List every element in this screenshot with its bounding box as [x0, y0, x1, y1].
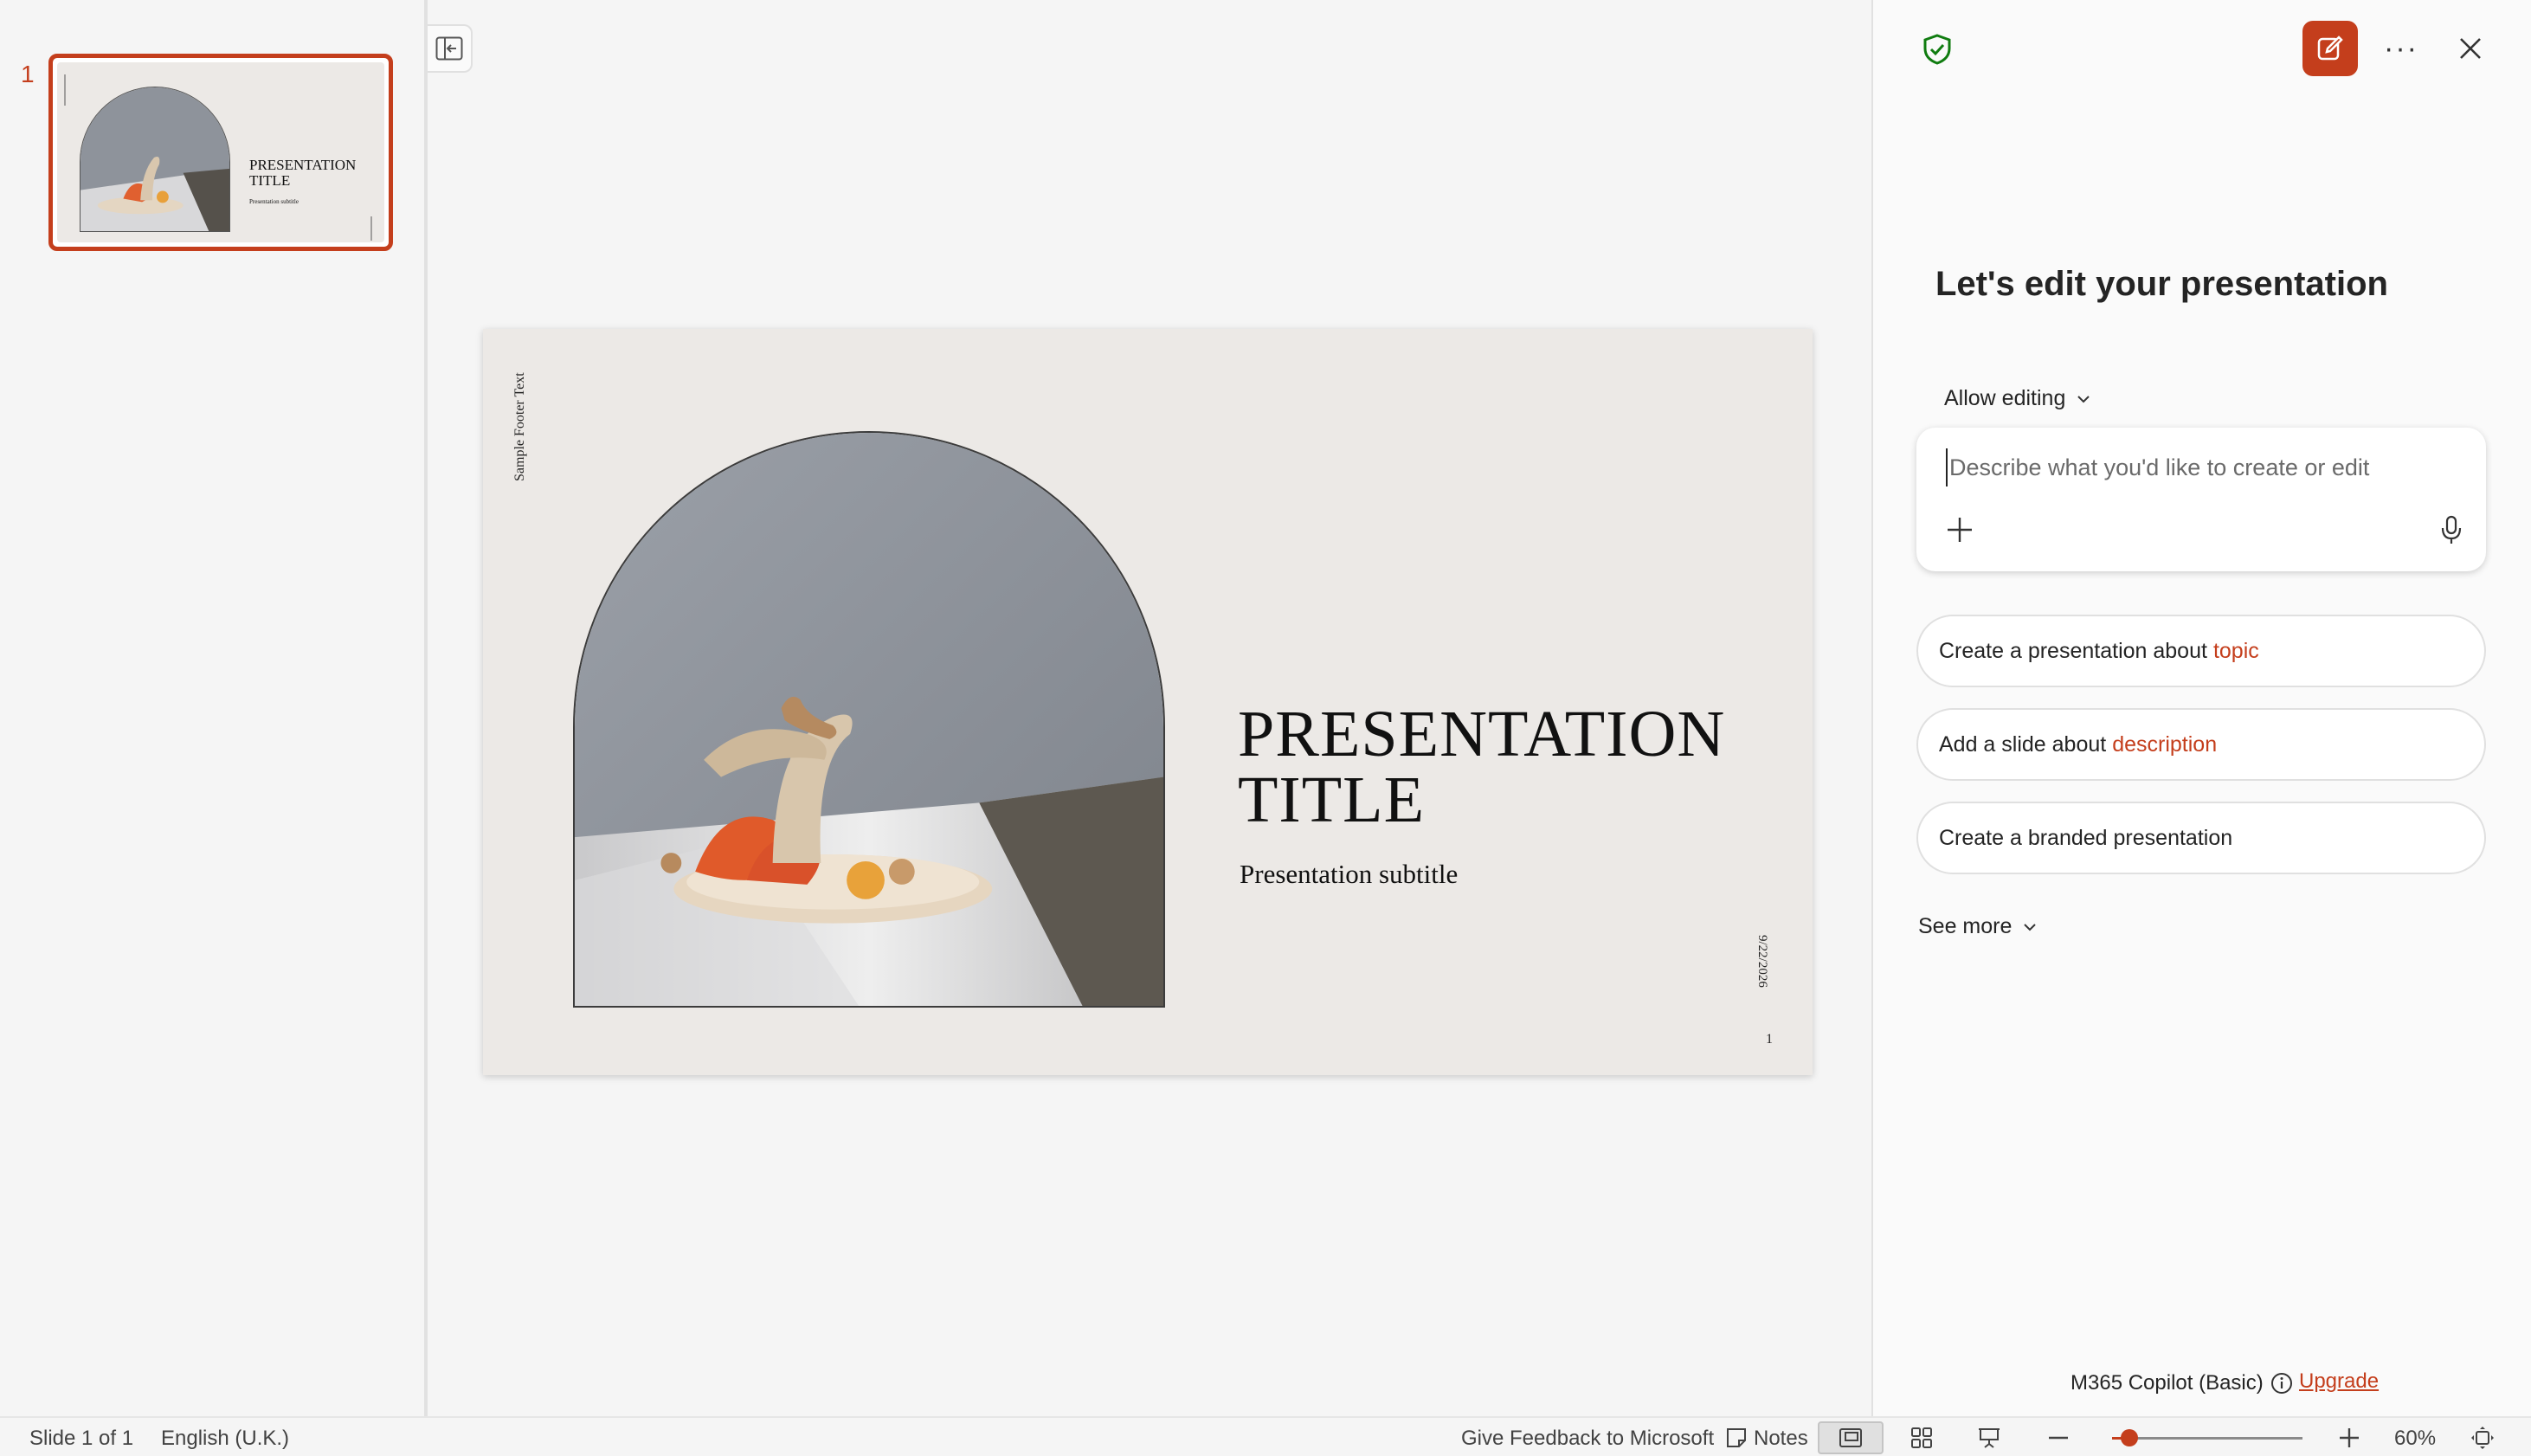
fit-to-window-icon[interactable] — [2465, 1421, 2500, 1454]
slide-number[interactable]: 1 — [1766, 1032, 1773, 1047]
upgrade-link[interactable]: Upgrade — [2299, 1369, 2379, 1394]
prompt-box — [1916, 428, 2486, 571]
thumbnail-title: PRESENTATION TITLE — [249, 157, 357, 189]
slide-arch-image[interactable] — [573, 431, 1165, 1008]
feedback-button[interactable]: Give Feedback to Microsoft — [1461, 1427, 1714, 1451]
copilot-plan: M365 Copilot (Basic) — [2071, 1371, 2293, 1395]
slide-canvas[interactable]: Sample Footer Text PRESENTATION TITLE Pr… — [483, 329, 1813, 1075]
thumbnail-arch-image — [80, 87, 230, 232]
zoom-in-icon[interactable] — [2334, 1421, 2365, 1454]
slide-count: Slide 1 of 1 — [29, 1427, 134, 1450]
suggestion-keyword: description — [2112, 731, 2218, 757]
thumbnail-subtitle: Presentation subtitle — [249, 198, 299, 205]
shield-check-icon[interactable] — [1922, 33, 1953, 70]
more-options-button[interactable]: ··· — [2380, 31, 2422, 66]
language-indicator[interactable]: English (U.K.) — [161, 1427, 289, 1451]
status-bar: Slide 1 of 1 English (U.K.) Give Feedbac… — [0, 1416, 2531, 1456]
more-options-icon: ··· — [2384, 31, 2418, 65]
slide-subtitle[interactable]: Presentation subtitle — [1240, 859, 1458, 890]
suggestion-add-slide[interactable]: Add a slide about description — [1916, 708, 2486, 781]
slide-title[interactable]: PRESENTATION TITLE — [1238, 701, 1774, 833]
plan-label: M365 Copilot (Basic) — [2071, 1371, 2264, 1395]
new-chat-icon — [2317, 35, 2343, 61]
close-icon — [2460, 38, 2481, 59]
new-chat-button[interactable] — [2302, 21, 2358, 76]
zoom-slider[interactable] — [2112, 1429, 2302, 1446]
add-attachment-button[interactable] — [1942, 512, 1977, 547]
see-more-button[interactable]: See more — [1918, 914, 2038, 939]
allow-editing-dropdown[interactable]: Allow editing — [1944, 386, 2091, 411]
suggestion-create-presentation[interactable]: Create a presentation about topic — [1916, 615, 2486, 687]
info-icon[interactable] — [2270, 1372, 2293, 1395]
plus-icon — [1948, 518, 1972, 542]
zoom-out-icon[interactable] — [2043, 1421, 2074, 1454]
microphone-button[interactable] — [2434, 511, 2469, 549]
collapse-pane-icon — [435, 36, 463, 61]
presenter-view-icon[interactable] — [1972, 1421, 2006, 1454]
thumbnail-date-mark — [370, 216, 372, 241]
suggestion-text: Add a slide about — [1939, 731, 2107, 757]
normal-view-icon[interactable] — [1818, 1421, 1884, 1454]
slide-thumbnail-1[interactable]: PRESENTATION TITLE Presentation subtitle — [48, 54, 393, 251]
suggestion-text: Create a presentation about — [1939, 638, 2207, 663]
suggestion-text: Create a branded presentation — [1939, 825, 2233, 850]
thumbnail-number: 1 — [21, 61, 35, 87]
thumbnail-pane: 1 PRESENTATION TITLE Presentation subtit… — [0, 0, 428, 1416]
zoom-level[interactable]: 60% — [2394, 1427, 2436, 1451]
slide-footer-text[interactable]: Sample Footer Text — [512, 369, 533, 481]
suggestion-keyword: topic — [2212, 638, 2259, 663]
microphone-icon — [2441, 515, 2462, 544]
thumbnail-footer-mark — [64, 74, 66, 106]
chevron-down-icon — [2077, 395, 2090, 403]
notes-button[interactable]: Notes — [1754, 1427, 1808, 1451]
collapse-thumbnails-button[interactable] — [428, 24, 473, 73]
copilot-heading: Let's edit your presentation — [1935, 265, 2388, 303]
slide-sorter-icon[interactable] — [1904, 1421, 1939, 1454]
slide-date[interactable]: 9/22/2026 — [1752, 935, 1773, 1021]
allow-editing-label: Allow editing — [1944, 386, 2066, 410]
chevron-down-icon — [2024, 923, 2037, 931]
suggestion-branded-presentation[interactable]: Create a branded presentation — [1916, 802, 2486, 874]
thumbnail-slide-canvas: PRESENTATION TITLE Presentation subtitle — [57, 62, 384, 242]
zoom-slider-thumb[interactable] — [2120, 1429, 2138, 1446]
notes-icon[interactable] — [1721, 1421, 1752, 1454]
copilot-pane: ··· Let's edit your presentation Allow e… — [1871, 0, 2531, 1416]
close-pane-button[interactable] — [2451, 29, 2489, 68]
see-more-label: See more — [1918, 914, 2013, 938]
prompt-input[interactable] — [1946, 448, 2457, 486]
